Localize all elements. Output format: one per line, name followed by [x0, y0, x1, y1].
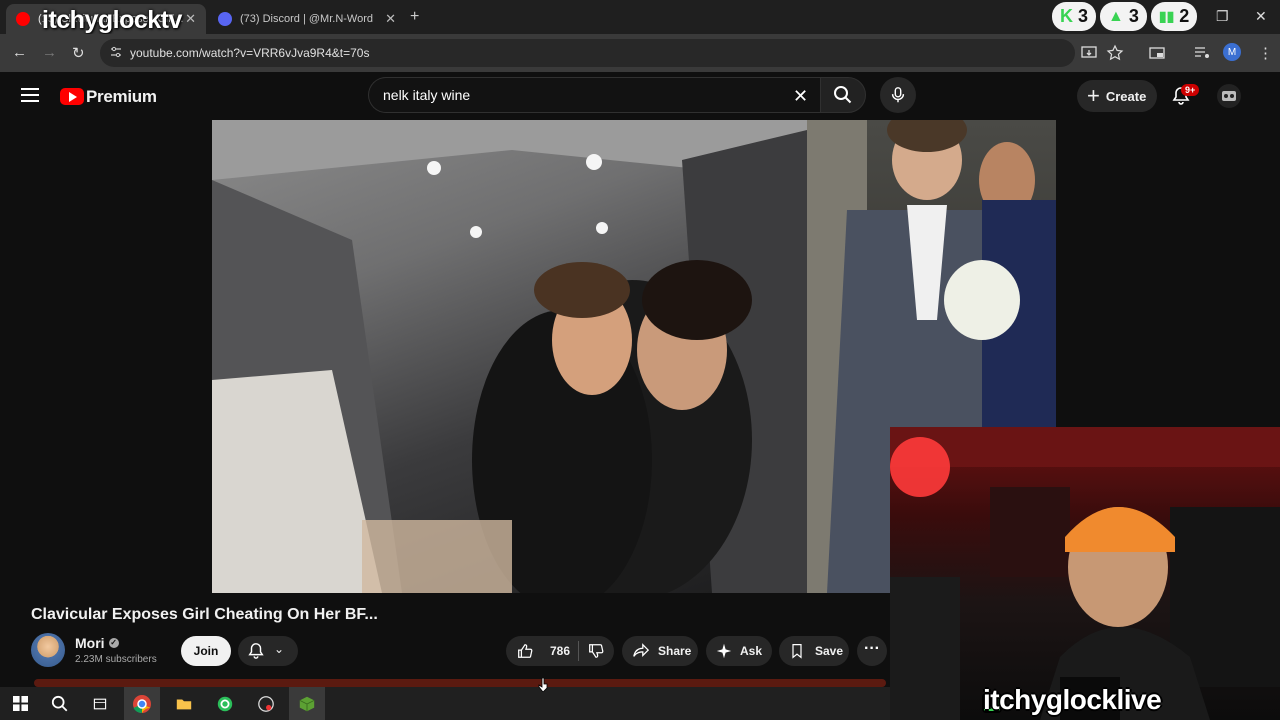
cast-icon[interactable]	[1148, 44, 1166, 62]
close-icon[interactable]: ✕	[385, 11, 396, 27]
tab-title: (73) Discord | @Mr.N-Word	[240, 13, 374, 25]
join-button[interactable]: Join	[181, 636, 231, 666]
menu-kebab-icon[interactable]: ⋮	[1258, 44, 1273, 62]
channel-name[interactable]: Mori	[75, 635, 105, 651]
tab-discord[interactable]: (73) Discord | @Mr.N-Word ✕	[208, 4, 406, 34]
save-label: Save	[815, 644, 844, 658]
restore-icon[interactable]: ❐	[1216, 8, 1229, 25]
search-box[interactable]	[368, 77, 820, 113]
channel-avatar[interactable]	[31, 633, 65, 667]
reload-icon[interactable]: ↻	[72, 44, 85, 62]
back-icon[interactable]: ←	[12, 44, 27, 61]
dislike-icon[interactable]	[587, 642, 605, 660]
youtube-header: Premium ✕ + Create 9+	[0, 72, 1280, 120]
like-count[interactable]: 786	[550, 644, 570, 658]
browser-tab-bar: (15) Clavicular Exposes Girl... ✕ (73) D…	[0, 0, 1280, 34]
windows-taskbar	[0, 687, 890, 720]
sparkle-icon	[716, 643, 732, 659]
microphone-icon	[891, 87, 905, 103]
url-text: youtube.com/watch?v=VRR6vJva9R4&t=70s	[130, 46, 370, 60]
user-icon: ▲	[1108, 7, 1124, 25]
plus-icon: +	[1087, 83, 1100, 108]
voice-search-button[interactable]	[880, 77, 916, 113]
clear-search-icon[interactable]: ✕	[793, 86, 808, 107]
discord-favicon-icon	[218, 12, 232, 26]
webcam-overlay	[890, 427, 1280, 720]
like-icon[interactable]	[516, 642, 534, 660]
mouse-cursor-icon	[538, 678, 548, 692]
video-title: Clavicular Exposes Girl Cheating On Her …	[31, 606, 378, 623]
bookmark-icon	[792, 644, 802, 659]
create-label: Create	[1105, 88, 1147, 104]
watermark-cam: itchyglocklive	[983, 684, 1162, 715]
stat-users: ▲ 3	[1100, 2, 1147, 31]
file-explorer-icon[interactable]	[166, 687, 202, 720]
close-icon[interactable]: ✕	[185, 11, 196, 27]
search-icon	[834, 86, 852, 104]
app-icon-obs[interactable]	[248, 687, 284, 720]
subscriber-count: 2.23M subscribers	[75, 654, 157, 665]
hamburger-menu-icon[interactable]	[21, 88, 39, 102]
share-icon	[633, 643, 650, 658]
media-controls-icon[interactable]	[1193, 44, 1211, 62]
address-bar-row: ← → ↻ youtube.com/watch?v=VRR6vJva9R4&t=…	[0, 34, 1280, 72]
channel-name-row[interactable]: Mori ✓	[75, 635, 119, 651]
stat-bars: ▮▮ 2	[1150, 2, 1198, 31]
suggested-bar	[34, 679, 886, 687]
task-view-icon[interactable]	[82, 687, 118, 720]
close-window-icon[interactable]: ✕	[1255, 8, 1267, 25]
chevron-down-icon: ⌄	[274, 642, 285, 656]
stream-stats: K 3 ▲ 3 ▮▮ 2	[1052, 2, 1198, 31]
install-icon[interactable]	[1080, 44, 1098, 62]
notification-badge: 9+	[1181, 84, 1200, 96]
verified-badge-icon: ✓	[108, 638, 119, 648]
stat-value: 2	[1179, 6, 1190, 26]
bell-icon	[248, 643, 264, 659]
create-button[interactable]: + Create	[1077, 80, 1157, 112]
search-button[interactable]	[820, 77, 866, 113]
app-icon-minecraft[interactable]	[289, 687, 325, 720]
site-settings-icon[interactable]	[110, 46, 122, 58]
search-input[interactable]	[383, 87, 783, 103]
forward-icon[interactable]: →	[42, 44, 57, 61]
youtube-premium-label[interactable]: Premium	[86, 87, 157, 107]
stat-value: 3	[1128, 6, 1139, 26]
video-scene-bus-interior	[212, 120, 807, 593]
new-tab-button[interactable]: +	[410, 8, 419, 26]
bookmark-star-icon[interactable]	[1106, 44, 1124, 62]
webcam-scene	[890, 427, 1280, 720]
url-field[interactable]: youtube.com/watch?v=VRR6vJva9R4&t=70s	[100, 39, 1075, 67]
youtube-logo-icon[interactable]	[60, 88, 84, 105]
account-icon	[1222, 91, 1236, 101]
youtube-favicon-icon	[16, 12, 30, 26]
stat-value: 3	[1078, 6, 1089, 26]
windows-start-icon[interactable]	[2, 687, 38, 720]
chrome-icon[interactable]	[124, 687, 160, 720]
account-avatar[interactable]	[1217, 84, 1241, 108]
subscription-bell-button[interactable]: ⌄	[238, 636, 298, 666]
search-icon[interactable]	[42, 687, 78, 720]
ask-label: Ask	[740, 644, 763, 658]
save-button[interactable]: Save	[779, 636, 849, 666]
share-label: Share	[658, 644, 692, 658]
like-dislike-group: 786	[506, 636, 614, 666]
ask-button[interactable]: Ask	[706, 636, 772, 666]
profile-avatar[interactable]: M	[1223, 43, 1241, 61]
bars-icon: ▮▮	[1158, 8, 1175, 24]
video-frame-left	[212, 120, 807, 593]
watermark-top: itchyglocktv	[42, 6, 182, 34]
divider	[578, 641, 580, 661]
app-icon-green[interactable]	[207, 687, 243, 720]
share-button[interactable]: Share	[622, 636, 698, 666]
more-actions-button[interactable]: ···	[857, 636, 887, 666]
stat-kick: K 3	[1052, 2, 1097, 31]
kick-icon: K	[1060, 6, 1073, 26]
